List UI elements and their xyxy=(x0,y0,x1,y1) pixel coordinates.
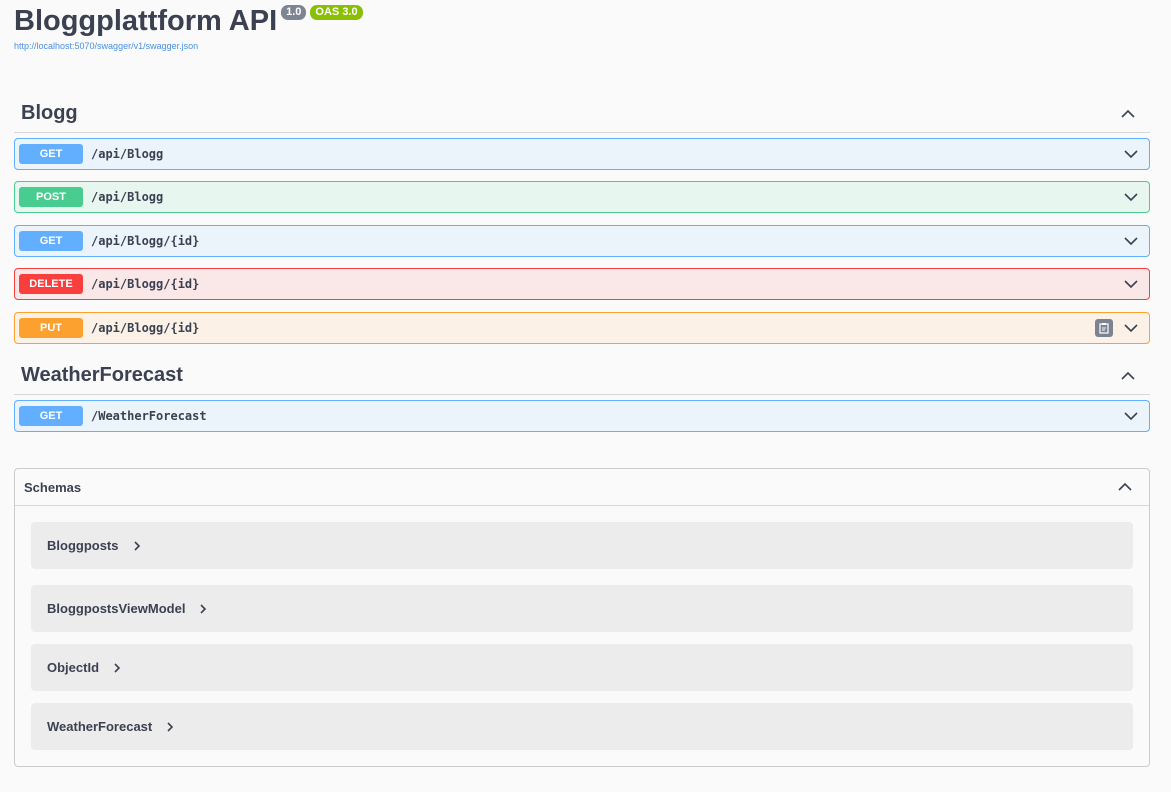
operation-path: /api/Blogg xyxy=(91,190,164,204)
model-name: Bloggposts xyxy=(47,538,119,553)
chevron-down-icon[interactable] xyxy=(1123,146,1139,162)
tag-name: WeatherForecast xyxy=(21,364,183,386)
model-name: ObjectId xyxy=(47,660,100,675)
model-name: WeatherForecast xyxy=(47,719,153,734)
method-badge: GET xyxy=(19,144,83,164)
method-badge: GET xyxy=(19,406,83,426)
operation-path: /api/Blogg/{id} xyxy=(91,321,200,335)
chevron-down-icon[interactable] xyxy=(1123,276,1139,292)
operation-path: /api/Blogg xyxy=(91,147,164,161)
operation-path: /api/Blogg/{id} xyxy=(91,234,200,248)
schemas-section: Schemas Bloggposts BloggpostsViewModel O… xyxy=(14,468,1150,767)
chevron-right-icon xyxy=(111,662,123,674)
operation-get-blogg-id[interactable]: GET /api/Blogg/{id} xyxy=(14,225,1150,257)
schema-model-weatherforecast[interactable]: WeatherForecast xyxy=(31,703,1133,750)
api-info: Bloggplattform API 1.0 OAS 3.0 http://lo… xyxy=(14,4,363,51)
model-name: BloggpostsViewModel xyxy=(47,601,186,616)
schemas-title: Schemas xyxy=(24,479,82,495)
tag-name: Blogg xyxy=(21,102,78,124)
operation-post-blogg[interactable]: POST /api/Blogg xyxy=(14,181,1150,213)
copy-to-clipboard-icon[interactable] xyxy=(1095,319,1113,337)
schema-model-objectid[interactable]: ObjectId xyxy=(31,644,1133,691)
chevron-down-icon[interactable] xyxy=(1123,189,1139,205)
chevron-down-icon[interactable] xyxy=(1123,408,1139,424)
tag-header-blogg[interactable]: Blogg xyxy=(14,95,1150,133)
tag-header-weatherforecast[interactable]: WeatherForecast xyxy=(14,357,1150,395)
schema-model-bloggposts[interactable]: Bloggposts xyxy=(31,522,1133,569)
chevron-right-icon xyxy=(131,540,143,552)
chevron-right-icon xyxy=(197,603,209,615)
method-badge: POST xyxy=(19,187,83,207)
page-title: Bloggplattform API xyxy=(14,5,278,37)
schemas-header[interactable]: Schemas xyxy=(15,469,1149,506)
chevron-up-icon[interactable] xyxy=(1120,368,1136,384)
chevron-right-icon xyxy=(164,721,176,733)
chevron-up-icon[interactable] xyxy=(1117,479,1133,495)
chevron-down-icon[interactable] xyxy=(1123,320,1139,336)
operation-path: /WeatherForecast xyxy=(91,409,207,423)
oas-badge: OAS 3.0 xyxy=(310,5,363,20)
chevron-up-icon[interactable] xyxy=(1120,106,1136,122)
operation-get-weatherforecast[interactable]: GET /WeatherForecast xyxy=(14,400,1150,432)
operation-path: /api/Blogg/{id} xyxy=(91,277,200,291)
operation-get-blogg[interactable]: GET /api/Blogg xyxy=(14,138,1150,170)
schema-model-bloggpostsviewmodel[interactable]: BloggpostsViewModel xyxy=(31,585,1133,632)
version-badge: 1.0 xyxy=(281,5,307,20)
method-badge: PUT xyxy=(19,318,83,338)
spec-link[interactable]: http://localhost:5070/swagger/v1/swagger… xyxy=(14,41,363,51)
chevron-down-icon[interactable] xyxy=(1123,233,1139,249)
operation-put-blogg-id[interactable]: PUT /api/Blogg/{id} xyxy=(14,312,1150,344)
method-badge: DELETE xyxy=(19,274,83,294)
operation-delete-blogg-id[interactable]: DELETE /api/Blogg/{id} xyxy=(14,268,1150,300)
method-badge: GET xyxy=(19,231,83,251)
